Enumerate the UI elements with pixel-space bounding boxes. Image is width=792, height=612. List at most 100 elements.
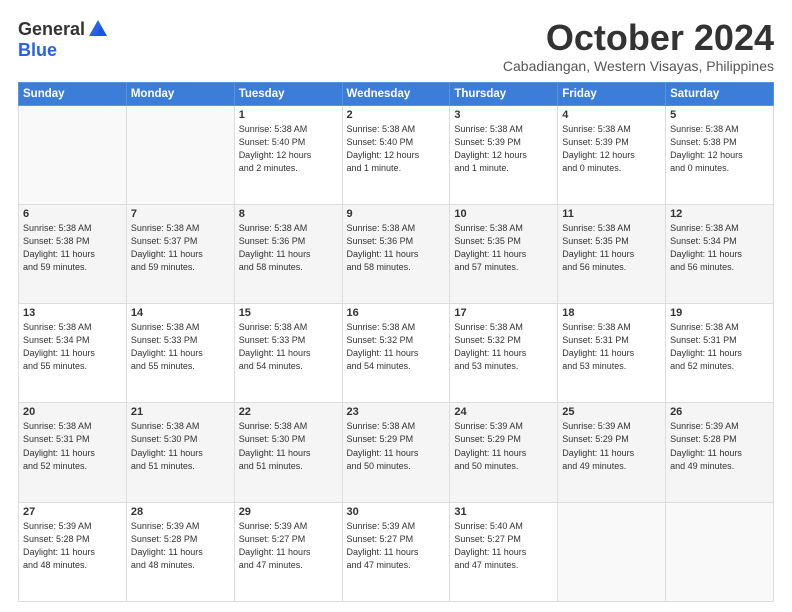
week-row-1: 1 Sunrise: 5:38 AM Sunset: 5:40 PM Daylig… <box>19 105 774 204</box>
day-info: Sunrise: 5:38 AM Sunset: 5:29 PM Dayligh… <box>347 420 446 472</box>
day-info: Sunrise: 5:40 AM Sunset: 5:27 PM Dayligh… <box>454 520 553 572</box>
week-row-2: 6Sunrise: 5:38 AM Sunset: 5:38 PM Daylig… <box>19 204 774 303</box>
day-number: 23 <box>347 406 446 418</box>
day-number: 18 <box>562 307 661 319</box>
day-info: Sunrise: 5:38 AM Sunset: 5:30 PM Dayligh… <box>131 420 230 472</box>
calendar-cell: 23 Sunrise: 5:38 AM Sunset: 5:29 PM Dayli… <box>342 403 450 502</box>
logo: General Blue <box>18 18 109 61</box>
day-info: Sunrise: 5:39 AM Sunset: 5:29 PM Dayligh… <box>562 420 661 472</box>
day-number: 22 <box>239 406 338 418</box>
calendar-cell: 22Sunrise: 5:38 AM Sunset: 5:30 PM Dayli… <box>234 403 342 502</box>
calendar-cell: 16 Sunrise: 5:38 AM Sunset: 5:32 PM Dayli… <box>342 304 450 403</box>
day-number: 14 <box>131 307 230 319</box>
weekday-header-sunday: Sunday <box>19 82 127 105</box>
weekday-header-thursday: Thursday <box>450 82 558 105</box>
calendar-cell: 10Sunrise: 5:38 AM Sunset: 5:35 PM Dayli… <box>450 204 558 303</box>
calendar-cell: 25Sunrise: 5:39 AM Sunset: 5:29 PM Dayli… <box>558 403 666 502</box>
day-info: Sunrise: 5:38 AM Sunset: 5:39 PM Dayligh… <box>562 123 661 175</box>
day-info: Sunrise: 5:38 AM Sunset: 5:38 PM Dayligh… <box>23 222 122 274</box>
calendar-cell: 18 Sunrise: 5:38 AM Sunset: 5:31 PM Dayli… <box>558 304 666 403</box>
weekday-header-saturday: Saturday <box>666 82 774 105</box>
calendar-cell: 3 Sunrise: 5:38 AM Sunset: 5:39 PM Daylig… <box>450 105 558 204</box>
calendar-cell: 28 Sunrise: 5:39 AM Sunset: 5:28 PM Dayli… <box>126 502 234 601</box>
day-number: 17 <box>454 307 553 319</box>
week-row-4: 20Sunrise: 5:38 AM Sunset: 5:31 PM Dayli… <box>19 403 774 502</box>
day-number: 9 <box>347 208 446 220</box>
day-info: Sunrise: 5:38 AM Sunset: 5:33 PM Dayligh… <box>239 321 338 373</box>
day-info: Sunrise: 5:38 AM Sunset: 5:31 PM Dayligh… <box>23 420 122 472</box>
calendar-cell: 26Sunrise: 5:39 AM Sunset: 5:28 PM Dayli… <box>666 403 774 502</box>
day-info: Sunrise: 5:38 AM Sunset: 5:40 PM Dayligh… <box>239 123 338 175</box>
day-info: Sunrise: 5:38 AM Sunset: 5:31 PM Dayligh… <box>670 321 769 373</box>
day-info: Sunrise: 5:38 AM Sunset: 5:31 PM Dayligh… <box>562 321 661 373</box>
calendar-cell: 29 Sunrise: 5:39 AM Sunset: 5:27 PM Dayli… <box>234 502 342 601</box>
calendar-cell: 9 Sunrise: 5:38 AM Sunset: 5:36 PM Daylig… <box>342 204 450 303</box>
day-number: 31 <box>454 506 553 518</box>
calendar-cell: 4 Sunrise: 5:38 AM Sunset: 5:39 PM Daylig… <box>558 105 666 204</box>
day-number: 24 <box>454 406 553 418</box>
day-info: Sunrise: 5:39 AM Sunset: 5:29 PM Dayligh… <box>454 420 553 472</box>
day-number: 30 <box>347 506 446 518</box>
calendar-cell: 13 Sunrise: 5:38 AM Sunset: 5:34 PM Dayli… <box>19 304 127 403</box>
day-info: Sunrise: 5:38 AM Sunset: 5:38 PM Dayligh… <box>670 123 769 175</box>
day-number: 10 <box>454 208 553 220</box>
day-info: Sunrise: 5:38 AM Sunset: 5:40 PM Dayligh… <box>347 123 446 175</box>
day-info: Sunrise: 5:38 AM Sunset: 5:32 PM Dayligh… <box>347 321 446 373</box>
calendar-cell: 15Sunrise: 5:38 AM Sunset: 5:33 PM Dayli… <box>234 304 342 403</box>
day-info: Sunrise: 5:38 AM Sunset: 5:32 PM Dayligh… <box>454 321 553 373</box>
day-number: 19 <box>670 307 769 319</box>
calendar-cell: 6Sunrise: 5:38 AM Sunset: 5:38 PM Daylig… <box>19 204 127 303</box>
calendar-cell: 21 Sunrise: 5:38 AM Sunset: 5:30 PM Dayli… <box>126 403 234 502</box>
day-number: 4 <box>562 109 661 121</box>
day-info: Sunrise: 5:38 AM Sunset: 5:39 PM Dayligh… <box>454 123 553 175</box>
day-info: Sunrise: 5:39 AM Sunset: 5:27 PM Dayligh… <box>239 520 338 572</box>
day-number: 27 <box>23 506 122 518</box>
logo-icon <box>87 18 109 40</box>
calendar-cell: 5Sunrise: 5:38 AM Sunset: 5:38 PM Daylig… <box>666 105 774 204</box>
calendar-cell: 12Sunrise: 5:38 AM Sunset: 5:34 PM Dayli… <box>666 204 774 303</box>
logo-general-text: General <box>18 19 85 40</box>
weekday-header-tuesday: Tuesday <box>234 82 342 105</box>
week-row-3: 13 Sunrise: 5:38 AM Sunset: 5:34 PM Dayli… <box>19 304 774 403</box>
location: Cabadiangan, Western Visayas, Philippine… <box>503 58 774 74</box>
calendar-cell: 7 Sunrise: 5:38 AM Sunset: 5:37 PM Daylig… <box>126 204 234 303</box>
day-number: 16 <box>347 307 446 319</box>
day-info: Sunrise: 5:38 AM Sunset: 5:36 PM Dayligh… <box>347 222 446 274</box>
calendar-cell <box>558 502 666 601</box>
month-title: October 2024 <box>503 18 774 58</box>
weekday-header-monday: Monday <box>126 82 234 105</box>
calendar-cell: 24 Sunrise: 5:39 AM Sunset: 5:29 PM Dayli… <box>450 403 558 502</box>
day-info: Sunrise: 5:38 AM Sunset: 5:37 PM Dayligh… <box>131 222 230 274</box>
weekday-header-row: SundayMondayTuesdayWednesdayThursdayFrid… <box>19 82 774 105</box>
calendar-cell <box>126 105 234 204</box>
weekday-header-friday: Friday <box>558 82 666 105</box>
day-info: Sunrise: 5:39 AM Sunset: 5:28 PM Dayligh… <box>23 520 122 572</box>
logo-blue-text: Blue <box>18 40 57 61</box>
day-info: Sunrise: 5:39 AM Sunset: 5:28 PM Dayligh… <box>131 520 230 572</box>
day-number: 26 <box>670 406 769 418</box>
day-info: Sunrise: 5:38 AM Sunset: 5:34 PM Dayligh… <box>23 321 122 373</box>
day-number: 29 <box>239 506 338 518</box>
day-number: 2 <box>347 109 446 121</box>
calendar-cell: 1 Sunrise: 5:38 AM Sunset: 5:40 PM Daylig… <box>234 105 342 204</box>
calendar-cell: 8 Sunrise: 5:38 AM Sunset: 5:36 PM Daylig… <box>234 204 342 303</box>
day-info: Sunrise: 5:39 AM Sunset: 5:27 PM Dayligh… <box>347 520 446 572</box>
day-number: 8 <box>239 208 338 220</box>
day-number: 3 <box>454 109 553 121</box>
calendar-cell <box>666 502 774 601</box>
day-number: 7 <box>131 208 230 220</box>
calendar-cell: 14 Sunrise: 5:38 AM Sunset: 5:33 PM Dayli… <box>126 304 234 403</box>
calendar: SundayMondayTuesdayWednesdayThursdayFrid… <box>18 82 774 602</box>
day-number: 1 <box>239 109 338 121</box>
day-info: Sunrise: 5:38 AM Sunset: 5:33 PM Dayligh… <box>131 321 230 373</box>
week-row-5: 27 Sunrise: 5:39 AM Sunset: 5:28 PM Dayli… <box>19 502 774 601</box>
header: General Blue October 2024 Cabadiangan, W… <box>18 18 774 74</box>
day-number: 28 <box>131 506 230 518</box>
day-number: 11 <box>562 208 661 220</box>
day-info: Sunrise: 5:38 AM Sunset: 5:36 PM Dayligh… <box>239 222 338 274</box>
calendar-cell: 30 Sunrise: 5:39 AM Sunset: 5:27 PM Dayli… <box>342 502 450 601</box>
day-number: 21 <box>131 406 230 418</box>
calendar-cell: 27 Sunrise: 5:39 AM Sunset: 5:28 PM Dayli… <box>19 502 127 601</box>
day-number: 13 <box>23 307 122 319</box>
calendar-cell <box>19 105 127 204</box>
